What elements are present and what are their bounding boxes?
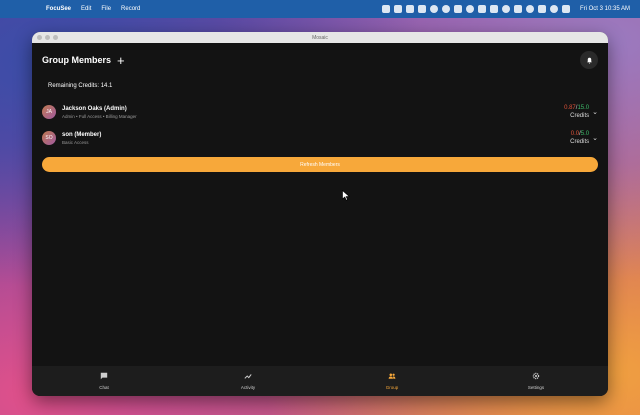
tray-app-icon[interactable] bbox=[381, 5, 390, 13]
search-icon[interactable] bbox=[549, 5, 558, 13]
tray-app-icon[interactable] bbox=[525, 5, 534, 13]
tray-app-icon[interactable] bbox=[489, 5, 498, 13]
nav-label: Chat bbox=[99, 385, 109, 390]
member-credits: 0.0/5.0 Credits bbox=[570, 131, 589, 145]
tray-app-icon[interactable] bbox=[417, 5, 426, 13]
menu-file[interactable]: File bbox=[101, 6, 111, 12]
plus-icon[interactable]: + bbox=[117, 54, 125, 67]
tray-app-icon[interactable] bbox=[429, 5, 438, 13]
nav-label: Group bbox=[385, 385, 399, 390]
menu-edit[interactable]: Edit bbox=[81, 6, 91, 12]
menu-app-name[interactable]: FocuSee bbox=[46, 6, 71, 12]
credit-usage: 0.0/5.0 bbox=[570, 131, 589, 137]
chevron-down-icon[interactable]: ⌄ bbox=[592, 134, 598, 142]
remaining-credits: Remaining Credits: 14.1 bbox=[48, 83, 113, 89]
menu-record[interactable]: Record bbox=[121, 6, 140, 12]
credits-label: Credits bbox=[570, 113, 590, 119]
mouse-cursor-icon bbox=[342, 188, 351, 206]
chevron-down-icon[interactable]: ⌄ bbox=[592, 108, 598, 116]
app-window: Mosaic Group Members + Remaining Credits… bbox=[32, 32, 608, 396]
avatar: SO bbox=[42, 131, 56, 145]
credits-label: Credits bbox=[570, 139, 590, 145]
group-icon bbox=[388, 372, 396, 382]
wifi-icon[interactable] bbox=[441, 5, 450, 13]
member-info: son (Member) Basic Access bbox=[62, 132, 570, 145]
member-name: Jackson Oaks (Admin) bbox=[62, 105, 127, 112]
credits-used: 0.87 bbox=[564, 105, 576, 111]
member-row[interactable]: JA Jackson Oaks (Admin) Admin • Full Acc… bbox=[32, 99, 608, 125]
bell-icon[interactable] bbox=[580, 51, 598, 69]
macos-menubar: FocuSee Edit File Record Fri Oct 3 10:35… bbox=[0, 0, 640, 18]
page-title: Group Members bbox=[42, 55, 112, 65]
tray-app-icon[interactable] bbox=[393, 5, 402, 13]
credits-limit: 15.0 bbox=[577, 105, 590, 111]
settings-icon bbox=[532, 372, 540, 382]
chat-icon bbox=[100, 372, 108, 382]
tray-app-icon[interactable] bbox=[513, 5, 522, 13]
menubar-clock[interactable]: Fri Oct 3 10:35 AM bbox=[580, 6, 630, 12]
tray-app-icon[interactable] bbox=[405, 5, 414, 13]
credit-usage: 0.87/15.0 bbox=[564, 105, 589, 111]
avatar: JA bbox=[42, 105, 56, 119]
status-tray: Fri Oct 3 10:35 AM bbox=[381, 5, 634, 13]
bluetooth-icon[interactable] bbox=[477, 5, 486, 13]
member-permissions: Admin • Full Access • Billing Manager bbox=[62, 113, 137, 119]
window-titlebar[interactable]: Mosaic bbox=[32, 32, 608, 43]
nav-label: Settings bbox=[527, 385, 545, 390]
nav-label: Activity bbox=[240, 385, 256, 390]
control-center-icon[interactable] bbox=[561, 5, 570, 13]
nav-settings[interactable]: Settings bbox=[464, 366, 608, 396]
tray-app-icon[interactable] bbox=[465, 5, 474, 13]
nav-activity[interactable]: Activity bbox=[176, 366, 320, 396]
nav-group[interactable]: Group bbox=[320, 366, 464, 396]
member-permissions: Basic Access bbox=[62, 139, 89, 145]
member-name: son (Member) bbox=[62, 131, 102, 138]
battery-icon[interactable] bbox=[537, 5, 546, 13]
bottom-nav: Chat Activity Group Settings bbox=[32, 366, 608, 396]
refresh-members-button[interactable]: Refresh Members bbox=[42, 157, 598, 172]
credits-used: 0.0 bbox=[570, 131, 580, 137]
member-row[interactable]: SO son (Member) Basic Access 0.0/5.0 Cre… bbox=[32, 125, 608, 151]
activity-icon bbox=[244, 372, 252, 382]
page-header: Group Members + bbox=[32, 43, 608, 77]
tray-app-icon[interactable] bbox=[501, 5, 510, 13]
member-credits: 0.87/15.0 Credits bbox=[564, 105, 589, 119]
credits-limit: 5.0 bbox=[580, 131, 590, 137]
member-info: Jackson Oaks (Admin) Admin • Full Access… bbox=[62, 106, 564, 119]
nav-chat[interactable]: Chat bbox=[32, 366, 176, 396]
window-title: Mosaic bbox=[312, 34, 328, 41]
tray-app-icon[interactable] bbox=[453, 5, 462, 13]
